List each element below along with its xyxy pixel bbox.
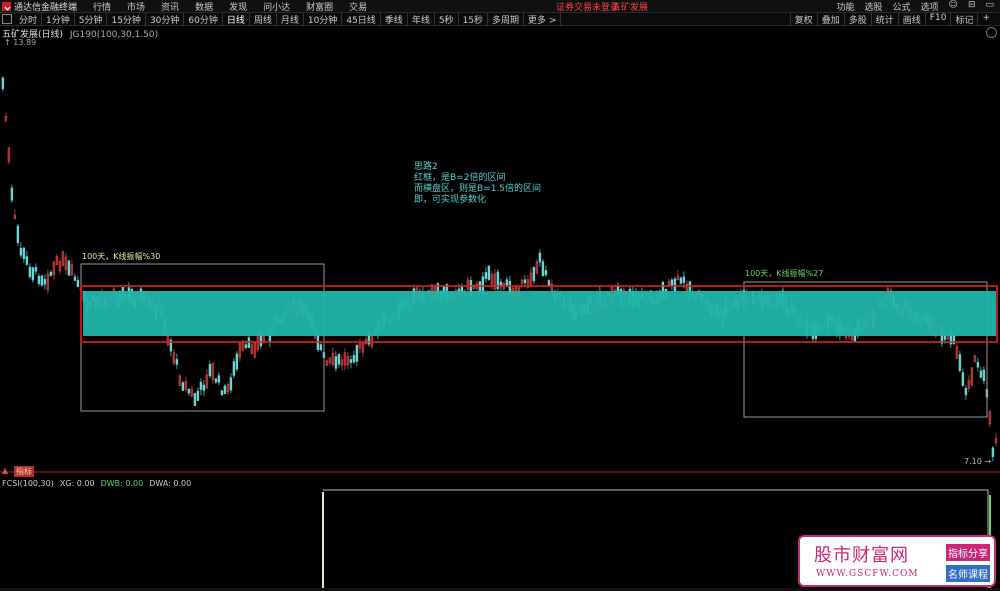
kline-chart[interactable]	[0, 0, 1000, 591]
candle-body	[16, 225, 20, 243]
candle-body	[37, 275, 41, 284]
candle-body	[991, 447, 995, 457]
candle-body	[76, 280, 80, 287]
price-low-value: 7.10	[964, 457, 982, 466]
candle-body	[679, 277, 683, 284]
candle-body	[49, 271, 53, 276]
watermark-logo: 股市财富网 WWW.GSCFW.COM 指标分享 名师课程	[798, 535, 996, 587]
subpanel-marker: ▲	[2, 466, 9, 475]
candle-body	[232, 361, 236, 376]
candle-body	[73, 276, 77, 281]
candle-body	[244, 344, 248, 348]
candles-layer	[1, 76, 998, 462]
candle-body	[538, 252, 542, 263]
candle-body	[484, 272, 488, 280]
candle-body	[979, 370, 983, 378]
candle-body	[547, 280, 551, 286]
chart-settings-icon[interactable]	[986, 27, 997, 38]
candle-body	[1, 77, 5, 89]
candle-body	[40, 275, 44, 286]
candle-body	[214, 378, 218, 383]
price-low-label: 7.10 →	[964, 457, 992, 466]
candle-body	[958, 354, 962, 371]
sub-xg-value: XG: 0.00	[59, 479, 95, 488]
watermark-title: 股市财富网	[814, 545, 909, 566]
candle-body	[25, 256, 29, 265]
note-line-3: 而横盘区，则是B=1.5倍的区间	[414, 184, 542, 194]
price-high-label: ↑ 13.89	[4, 38, 37, 47]
note-line-1: 思路2	[414, 162, 438, 172]
candle-body	[964, 388, 968, 396]
candle-body	[220, 390, 224, 396]
candle-body	[202, 384, 206, 391]
candle-body	[193, 393, 197, 406]
candle-body	[187, 388, 191, 394]
strategy-note: 思路2 红框，是B=2倍的区间 而横盘区，则是B=1.5倍的区间 即，可实现参数…	[414, 162, 541, 206]
candle-body	[673, 278, 677, 292]
subpanel-tab[interactable]: 指标	[14, 466, 34, 477]
candle-body	[217, 375, 221, 383]
range-band	[83, 291, 996, 336]
candle-body	[682, 276, 686, 283]
candle-body	[355, 345, 359, 362]
candle-body	[199, 381, 203, 390]
main-indicator-label[interactable]: JG190(100,30,1.50)	[70, 30, 158, 40]
box1-label: 100天，K线振幅%30	[82, 252, 161, 261]
candle-body	[319, 344, 323, 350]
candle-body	[487, 265, 491, 280]
candle-body	[532, 267, 536, 282]
price-high-value: 13.89	[13, 38, 37, 47]
candle-body	[19, 247, 23, 256]
watermark-url: WWW.GSCFW.COM	[816, 569, 919, 579]
watermark-tag-2: 名师课程	[946, 565, 990, 582]
candle-body	[352, 355, 356, 363]
sub-dwa-value: DWA: 0.00	[149, 479, 192, 488]
candle-body	[175, 359, 179, 365]
note-line-2: 红框，是B=2倍的区间	[414, 173, 506, 183]
candle-body	[337, 354, 341, 365]
sub-indicator-line: FCSI(100,30) XG: 0.00 DWB: 0.00 DWA: 0.0…	[2, 479, 191, 488]
sub-indicator-name[interactable]: FCSI(100,30)	[2, 479, 54, 488]
candle-body	[208, 363, 212, 377]
candle-body	[181, 382, 185, 391]
candle-body	[10, 187, 14, 201]
candle-body	[34, 267, 38, 272]
candle-body	[31, 267, 35, 281]
candle-body	[349, 359, 353, 363]
sub-dwb-value: DWB: 0.00	[100, 479, 144, 488]
box2-label: 100天，K线振幅%27	[745, 269, 824, 278]
candle-body	[43, 279, 47, 285]
candle-body	[982, 369, 986, 382]
candle-body	[223, 385, 227, 394]
candle-body	[196, 390, 200, 401]
candle-body	[67, 260, 71, 276]
candle-body	[235, 353, 239, 370]
candle-body	[961, 372, 965, 386]
candle-body	[229, 377, 233, 391]
candle-body	[523, 279, 527, 284]
candle-body	[541, 261, 545, 277]
candle-body	[481, 276, 485, 292]
candle-body	[28, 266, 32, 277]
candle-body	[22, 247, 26, 259]
candle-body	[544, 270, 548, 276]
candle-body	[505, 279, 509, 287]
candle-body	[334, 356, 338, 369]
watermark-tag-1: 指标分享	[946, 544, 990, 561]
candle-body	[976, 362, 980, 368]
overlay-layer	[0, 263, 1000, 473]
note-line-4: 即，可实现参数化	[414, 195, 487, 205]
